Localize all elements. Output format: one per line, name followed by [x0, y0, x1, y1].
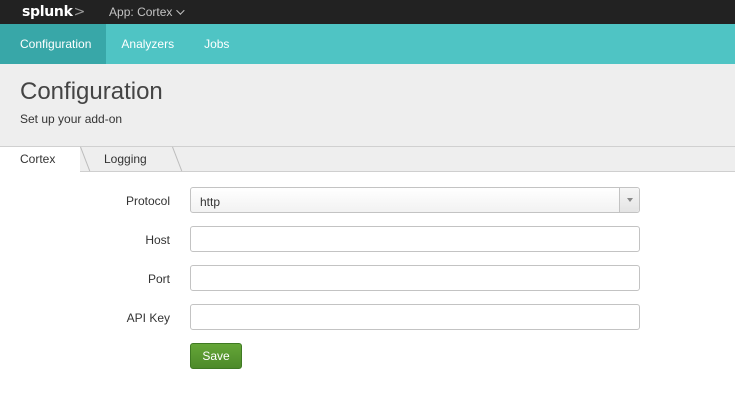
host-label: Host	[145, 233, 170, 247]
host-input[interactable]	[190, 226, 640, 252]
port-row: Port	[0, 265, 735, 291]
tab-cortex[interactable]: Cortex	[0, 147, 80, 173]
tab-logging[interactable]: Logging	[82, 147, 180, 172]
port-input[interactable]	[190, 265, 640, 291]
nav-item-analyzers[interactable]: Analyzers	[106, 24, 189, 64]
page-header: Configuration Set up your add-on	[0, 64, 735, 147]
app-menu-label: App: Cortex	[109, 5, 173, 19]
tab-bar: Cortex Logging	[0, 146, 735, 173]
top-bar: splunk> App: Cortex	[0, 0, 735, 24]
protocol-label: Protocol	[125, 194, 170, 208]
page-subtitle: Set up your add-on	[20, 112, 123, 126]
nav-item-configuration[interactable]: Configuration	[0, 24, 107, 64]
protocol-selected-value: http	[200, 195, 221, 209]
nav-item-jobs[interactable]: Jobs	[189, 24, 244, 64]
save-button[interactable]: Save	[190, 343, 242, 369]
app-menu[interactable]: App: Cortex	[109, 5, 186, 19]
dropdown-toggle[interactable]	[619, 188, 639, 212]
api-key-row: API Key	[0, 304, 735, 330]
host-row: Host	[0, 226, 735, 252]
page-title: Configuration	[20, 78, 163, 105]
protocol-select[interactable]: http	[190, 187, 640, 213]
chevron-down-icon	[176, 6, 186, 15]
api-key-input[interactable]	[190, 304, 640, 330]
api-key-label: API Key	[126, 311, 170, 325]
caret-down-icon	[627, 198, 633, 202]
port-label: Port	[147, 272, 170, 286]
splunk-logo[interactable]: splunk>	[22, 4, 85, 20]
protocol-row: Protocol http	[0, 187, 735, 213]
app-nav-bar: Configuration Analyzers Jobs	[0, 24, 735, 64]
